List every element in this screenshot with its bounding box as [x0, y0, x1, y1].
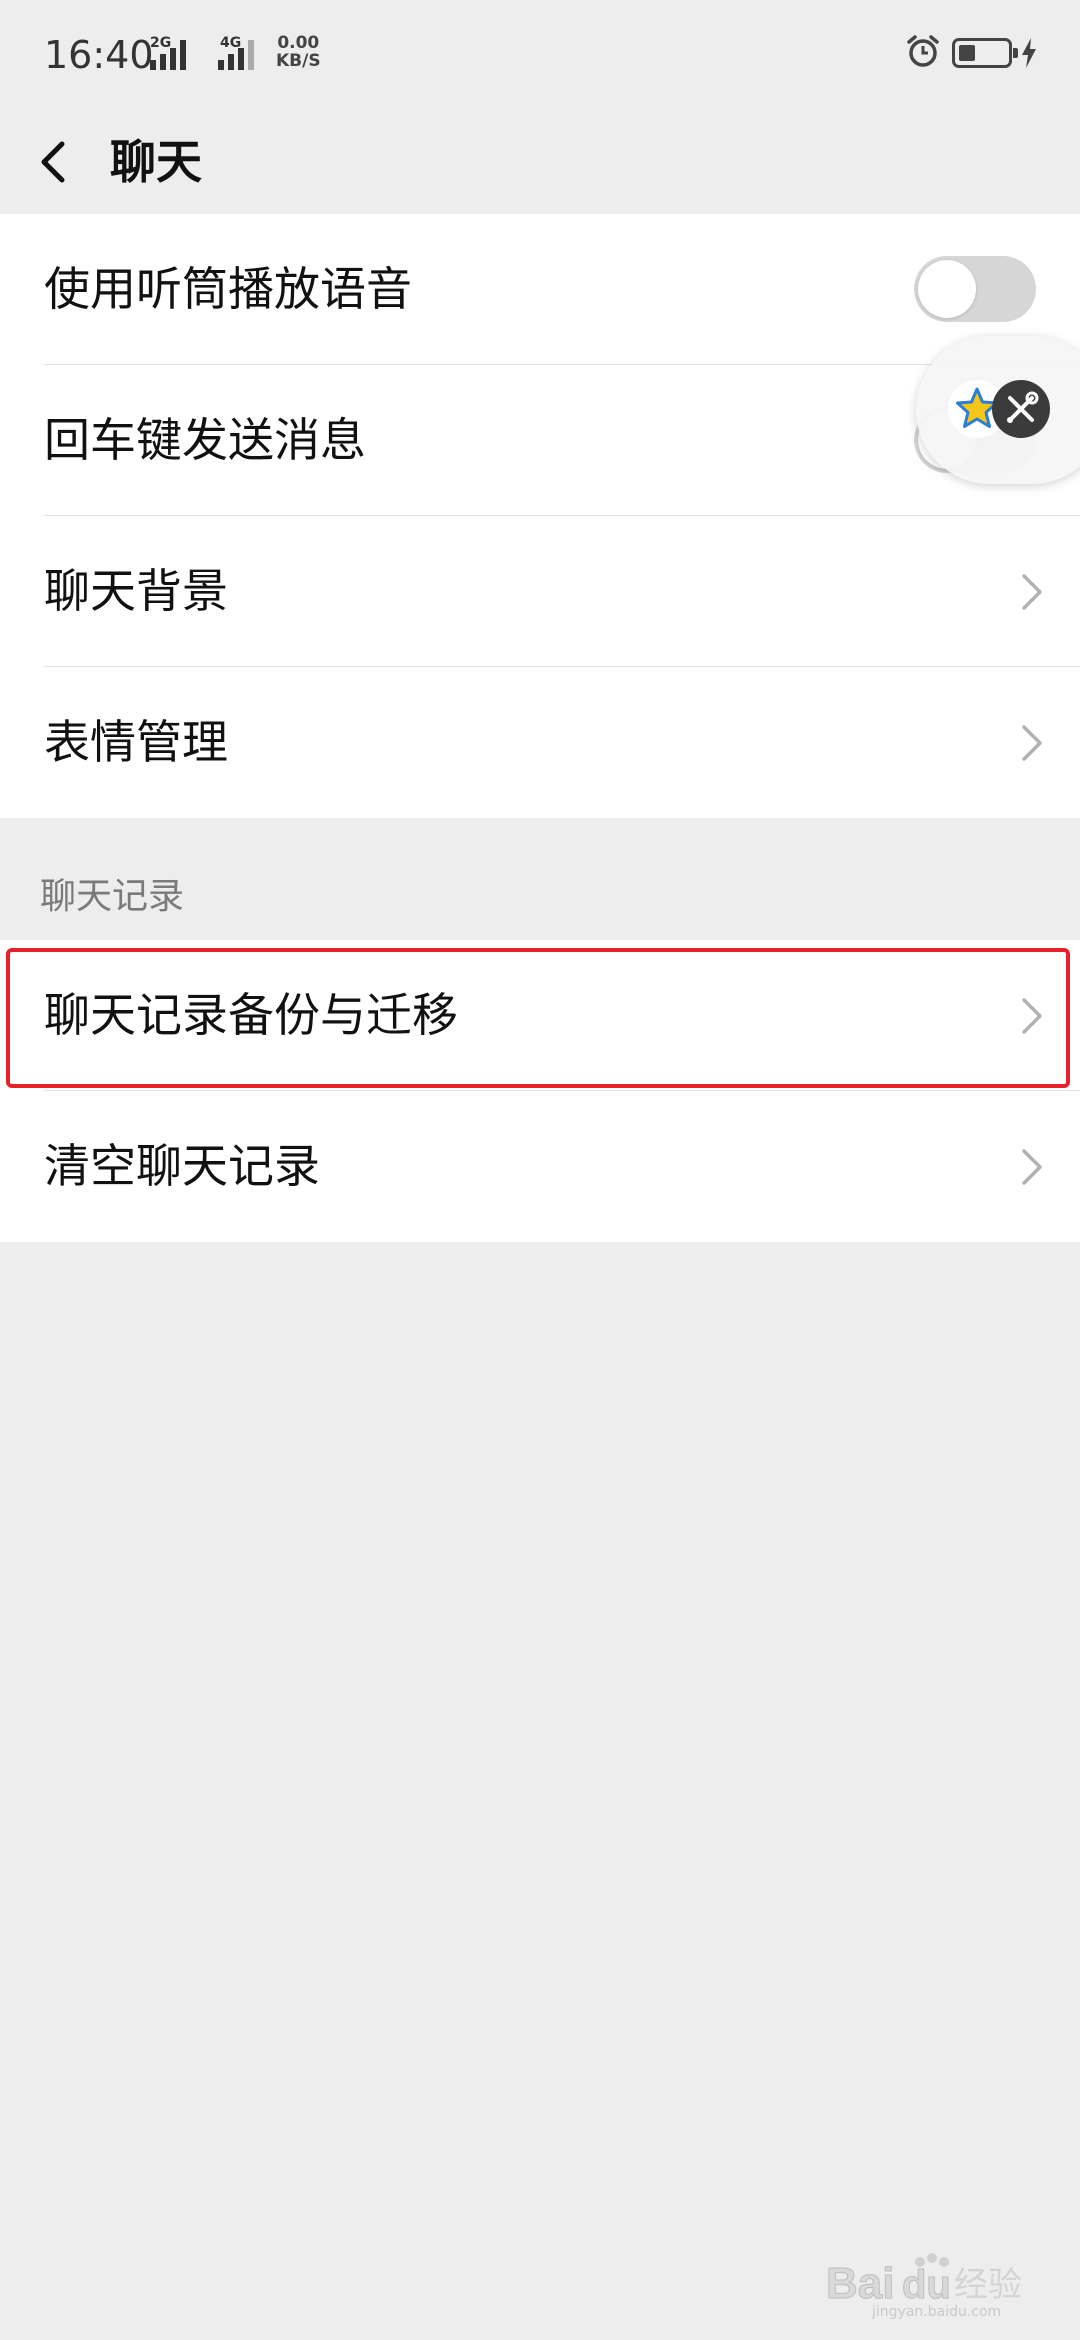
svg-text:经验: 经验 [954, 2265, 1022, 2305]
alarm-icon [907, 35, 939, 67]
floating-assistant-bubble[interactable] [916, 336, 1080, 484]
earpiece-playback-toggle[interactable] [914, 256, 1036, 322]
network-speed-value: 0.00 [277, 33, 320, 53]
battery-icon [952, 38, 1018, 68]
row-label: 清空聊天记录 [44, 1139, 320, 1193]
settings-row-chat-background[interactable]: 聊天背景 [0, 516, 1080, 667]
tools-icon[interactable] [992, 380, 1050, 438]
settings-group-general: 使用听筒播放语音 回车键发送消息 聊天背景 表情管理 [0, 214, 1080, 818]
watermark-domain: jingyan.baidu.com [872, 2304, 1002, 2320]
page-title: 聊天 [110, 135, 202, 189]
network-speed: 0.00 KB/S [276, 34, 321, 70]
status-time: 16:40 [44, 33, 154, 77]
row-label: 聊天记录备份与迁移 [44, 988, 458, 1042]
network-speed-unit: KB/S [276, 51, 321, 71]
settings-group-chat-history: 聊天记录备份与迁移 清空聊天记录 [0, 940, 1080, 1242]
charging-icon [1022, 38, 1036, 68]
row-label: 表情管理 [44, 715, 228, 769]
settings-row-sticker-management[interactable]: 表情管理 [0, 667, 1080, 818]
chevron-right-icon [1022, 574, 1042, 610]
navigation-bar: 聊天 [0, 110, 1080, 214]
settings-row-backup-and-migrate[interactable]: 聊天记录备份与迁移 [0, 940, 1080, 1091]
row-label: 使用听筒播放语音 [44, 262, 412, 316]
network-type-label: 2G [150, 35, 172, 51]
signal-icon: 4G [212, 36, 264, 70]
chevron-right-icon [1022, 1149, 1042, 1185]
settings-row-clear-chat-history[interactable]: 清空聊天记录 [0, 1091, 1080, 1242]
svg-text:Bai: Bai [826, 2259, 894, 2308]
baidu-jingyan-watermark: Bai du 经验 jingyan.baidu.com [826, 2248, 1036, 2320]
chevron-left-icon [41, 141, 65, 183]
svg-text:du: du [902, 2263, 951, 2307]
settings-row-enter-to-send[interactable]: 回车键发送消息 [0, 365, 1080, 516]
row-label: 聊天背景 [44, 564, 228, 618]
settings-row-earpiece-playback[interactable]: 使用听筒播放语音 [0, 214, 1080, 365]
row-label: 回车键发送消息 [44, 413, 366, 467]
toggle-knob [918, 260, 976, 318]
chevron-right-icon [1022, 725, 1042, 761]
signal-icon: 2G [150, 36, 196, 70]
section-header-chat-history: 聊天记录 [40, 876, 185, 917]
status-bar: 16:40 2G 4G 0.00 KB/S [0, 0, 1080, 110]
back-button[interactable] [30, 122, 100, 202]
chevron-right-icon [1022, 998, 1042, 1034]
